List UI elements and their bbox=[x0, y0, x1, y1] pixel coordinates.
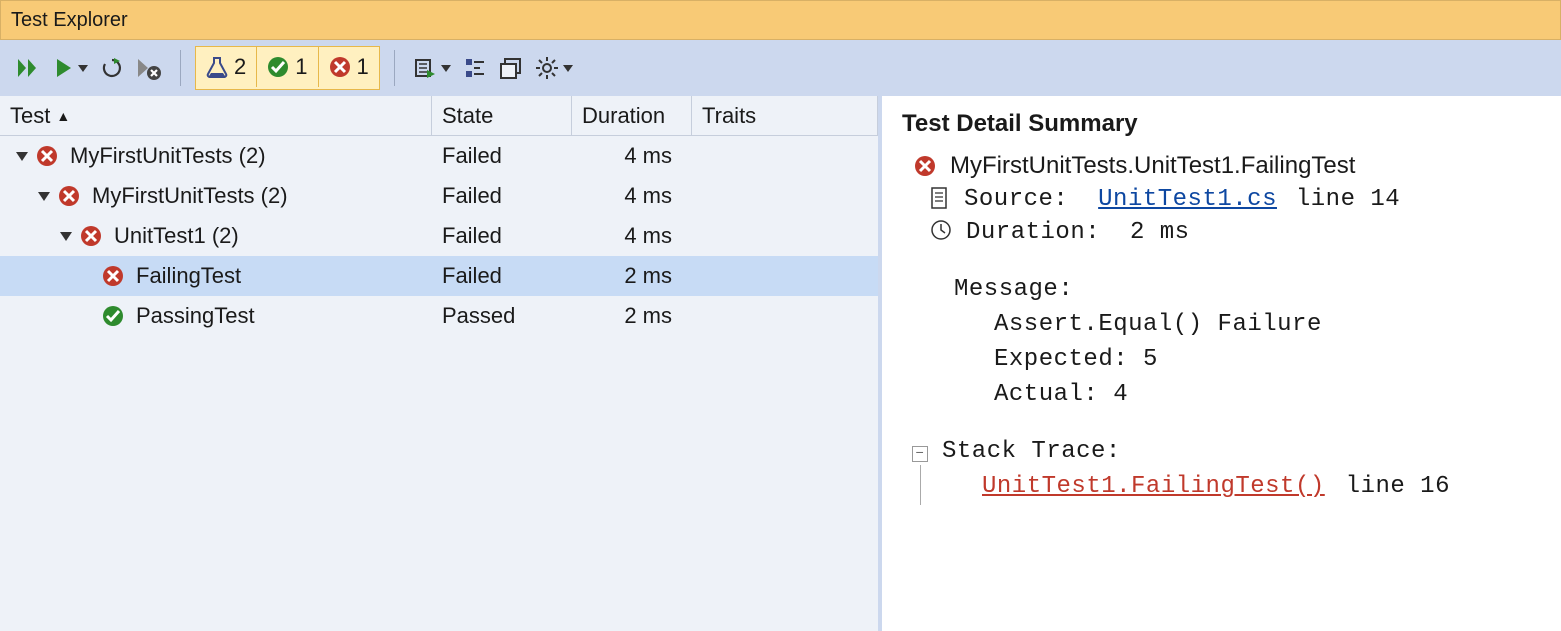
detail-duration-row: Duration: 2 ms bbox=[930, 219, 1541, 246]
document-icon bbox=[930, 186, 950, 210]
windows-button[interactable] bbox=[493, 48, 529, 88]
detail-duration-value: 2 ms bbox=[1130, 219, 1190, 246]
filter-group: 2 1 1 bbox=[195, 46, 380, 90]
fail-icon bbox=[58, 185, 80, 207]
test-row-label: PassingTest bbox=[136, 303, 255, 329]
cancel-run-button[interactable] bbox=[130, 48, 168, 88]
detail-stack-label: Stack Trace: bbox=[942, 438, 1450, 465]
col-header-duration-label: Duration bbox=[582, 103, 665, 129]
window-title: Test Explorer bbox=[11, 9, 128, 32]
detail-title: Test Detail Summary bbox=[902, 110, 1541, 138]
col-header-state[interactable]: State bbox=[432, 96, 572, 136]
toolbar-separator bbox=[180, 50, 181, 86]
test-row-label: MyFirstUnitTests (2) bbox=[92, 183, 288, 209]
repeat-last-run-button[interactable] bbox=[94, 48, 130, 88]
sort-asc-icon: ▲ bbox=[56, 108, 70, 124]
col-header-duration[interactable]: Duration bbox=[572, 96, 692, 136]
test-row-state: Passed bbox=[432, 303, 572, 329]
fail-icon bbox=[329, 56, 351, 78]
detail-message-label: Message: bbox=[954, 276, 1541, 303]
test-row-duration: 4 ms bbox=[572, 223, 692, 249]
playlist-button[interactable] bbox=[407, 48, 457, 88]
col-header-traits-label: Traits bbox=[702, 103, 756, 129]
test-row-state: Failed bbox=[432, 263, 572, 289]
test-row-state: Failed bbox=[432, 143, 572, 169]
test-tree-row[interactable]: UnitTest1 (2) Failed4 ms bbox=[0, 216, 878, 256]
col-header-state-label: State bbox=[442, 103, 493, 129]
expander-icon[interactable] bbox=[38, 192, 50, 201]
pass-icon bbox=[267, 56, 289, 78]
test-row-duration: 4 ms bbox=[572, 143, 692, 169]
test-row-duration: 4 ms bbox=[572, 183, 692, 209]
filter-all-button[interactable]: 2 bbox=[196, 47, 257, 87]
fail-icon bbox=[80, 225, 102, 247]
filter-passed-count: 1 bbox=[295, 54, 307, 80]
toolbar: 2 1 1 bbox=[0, 40, 1561, 96]
expander-icon[interactable] bbox=[60, 232, 72, 241]
detail-test-name: MyFirstUnitTests.UnitTest1.FailingTest bbox=[950, 152, 1355, 180]
expander-icon[interactable] bbox=[16, 152, 28, 161]
test-row-label: FailingTest bbox=[136, 263, 241, 289]
title-bar: Test Explorer bbox=[0, 0, 1561, 40]
detail-name-row: MyFirstUnitTests.UnitTest1.FailingTest bbox=[914, 152, 1541, 180]
detail-source-row: Source: UnitTest1.cs line 14 bbox=[930, 186, 1541, 213]
test-row-duration: 2 ms bbox=[572, 263, 692, 289]
filter-failed-button[interactable]: 1 bbox=[319, 47, 379, 87]
test-tree-row[interactable]: FailingTest Failed2 ms bbox=[0, 256, 878, 296]
run-button[interactable] bbox=[48, 48, 94, 88]
chevron-down-icon bbox=[78, 65, 88, 72]
run-all-button[interactable] bbox=[10, 48, 48, 88]
col-header-traits[interactable]: Traits bbox=[692, 96, 878, 136]
chevron-down-icon bbox=[441, 65, 451, 72]
grid-header: Test ▲ State Duration Traits bbox=[0, 96, 878, 136]
flask-icon bbox=[206, 56, 228, 78]
filter-passed-button[interactable]: 1 bbox=[257, 47, 318, 87]
test-tree-row[interactable]: MyFirstUnitTests (2) Failed4 ms bbox=[0, 136, 878, 176]
test-tree-row[interactable]: MyFirstUnitTests (2) Failed4 ms bbox=[0, 176, 878, 216]
detail-stack-block: − Stack Trace: UnitTest1.FailingTest() l… bbox=[912, 438, 1541, 505]
test-row-label: MyFirstUnitTests (2) bbox=[70, 143, 266, 169]
test-row-state: Failed bbox=[432, 223, 572, 249]
detail-source-label: Source: bbox=[964, 186, 1068, 213]
detail-stack-link[interactable]: UnitTest1.FailingTest() bbox=[982, 473, 1325, 500]
test-row-label: UnitTest1 (2) bbox=[114, 223, 239, 249]
detail-source-line: line 14 bbox=[1296, 186, 1400, 213]
col-header-test[interactable]: Test ▲ bbox=[0, 96, 432, 136]
test-tree[interactable]: MyFirstUnitTests (2)Failed4 msMyFirstUni… bbox=[0, 136, 878, 631]
chevron-down-icon bbox=[563, 65, 573, 72]
collapse-toggle[interactable]: − bbox=[912, 446, 928, 462]
filter-all-count: 2 bbox=[234, 54, 246, 80]
pass-icon bbox=[102, 305, 124, 327]
detail-message-line: Actual: 4 bbox=[994, 381, 1541, 408]
detail-message-line: Assert.Equal() Failure bbox=[994, 311, 1541, 338]
clock-icon bbox=[930, 219, 952, 241]
fail-icon bbox=[914, 155, 936, 177]
col-header-test-label: Test bbox=[10, 103, 50, 129]
test-tree-row[interactable]: PassingTest Passed2 ms bbox=[0, 296, 878, 336]
detail-message-block: Message: Assert.Equal() Failure Expected:… bbox=[954, 276, 1541, 408]
detail-duration-label: Duration: bbox=[966, 219, 1100, 246]
test-row-duration: 2 ms bbox=[572, 303, 692, 329]
detail-message-line: Expected: 5 bbox=[994, 346, 1541, 373]
detail-source-link[interactable]: UnitTest1.cs bbox=[1098, 186, 1277, 213]
detail-pane: Test Detail Summary MyFirstUnitTests.Uni… bbox=[882, 96, 1561, 631]
toolbar-separator bbox=[394, 50, 395, 86]
test-row-state: Failed bbox=[432, 183, 572, 209]
fail-icon bbox=[102, 265, 124, 287]
panes: Test ▲ State Duration Traits MyFirstUnit… bbox=[0, 96, 1561, 631]
fail-icon bbox=[36, 145, 58, 167]
filter-failed-count: 1 bbox=[357, 54, 369, 80]
settings-button[interactable] bbox=[529, 48, 579, 88]
test-tree-pane: Test ▲ State Duration Traits MyFirstUnit… bbox=[0, 96, 882, 631]
group-by-button[interactable] bbox=[457, 48, 493, 88]
detail-stack-line: line 16 bbox=[1346, 473, 1450, 500]
